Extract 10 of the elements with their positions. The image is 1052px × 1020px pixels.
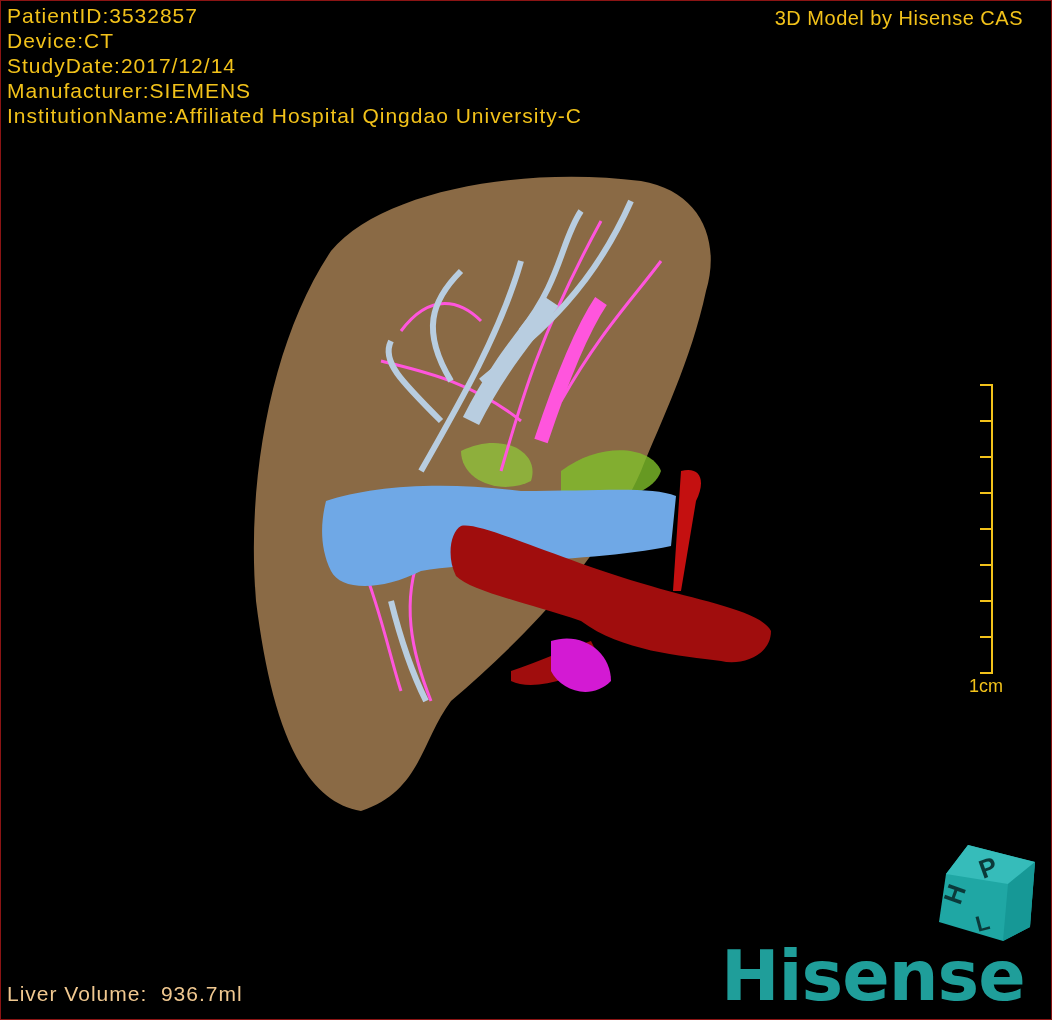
dicom-info-text: Device:CT: [7, 28, 116, 53]
dicom-info-text: StudyDate:2017/12/14: [7, 53, 237, 78]
dicom-info-text: InstitutionName:Affiliated Hospital Qingdao University-C: [7, 103, 582, 128]
dicom-info-text: PatientID:3532857: [7, 3, 199, 28]
model-title: 3D Model by Hisense CAS: [774, 6, 1023, 31]
dicom-info-text: Manufacturer:SIEMENS: [7, 78, 253, 103]
orientation-cube-icon[interactable]: H P L: [938, 844, 1036, 942]
scale-bar-icon: [980, 384, 993, 675]
scale-bar-label: 1cm: [969, 675, 1003, 697]
liver-volume-text: Liver Volume: 936.7ml: [7, 981, 243, 1007]
